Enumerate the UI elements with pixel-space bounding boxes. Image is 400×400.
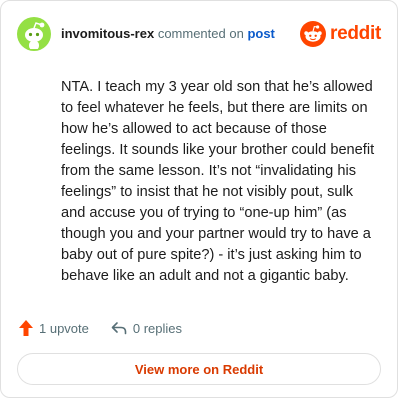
user-avatar[interactable]: [17, 17, 51, 51]
embedded-comment-card: invomitous-rex commented on post reddit …: [0, 0, 398, 398]
snoo-avatar-icon: [25, 22, 45, 49]
comment-body: NTA. I teach my 3 year old son that he’s…: [61, 79, 375, 284]
comment-meta: invomitous-rex commented on post: [61, 26, 300, 42]
replies-count: 0 replies: [132, 320, 183, 336]
comment-actions: 1 upvote 0 replies: [19, 318, 182, 338]
upvote-button[interactable]: 1 upvote: [19, 320, 89, 336]
comment-header: invomitous-rex commented on post reddit: [17, 17, 381, 51]
reply-arrow-icon: [111, 322, 127, 335]
commented-on-text: commented on: [157, 26, 244, 41]
upvote-arrow-icon: [19, 320, 33, 336]
replies-button[interactable]: 0 replies: [111, 321, 182, 336]
reddit-logo-icon: [300, 21, 327, 47]
view-more-button[interactable]: View more on Reddit: [17, 353, 381, 385]
username[interactable]: invomitous-rex: [61, 26, 154, 41]
post-link[interactable]: post: [247, 26, 274, 41]
reddit-wordmark: reddit: [330, 23, 381, 44]
reddit-brand[interactable]: reddit: [300, 21, 381, 47]
upvote-count: 1 upvote: [39, 320, 89, 336]
